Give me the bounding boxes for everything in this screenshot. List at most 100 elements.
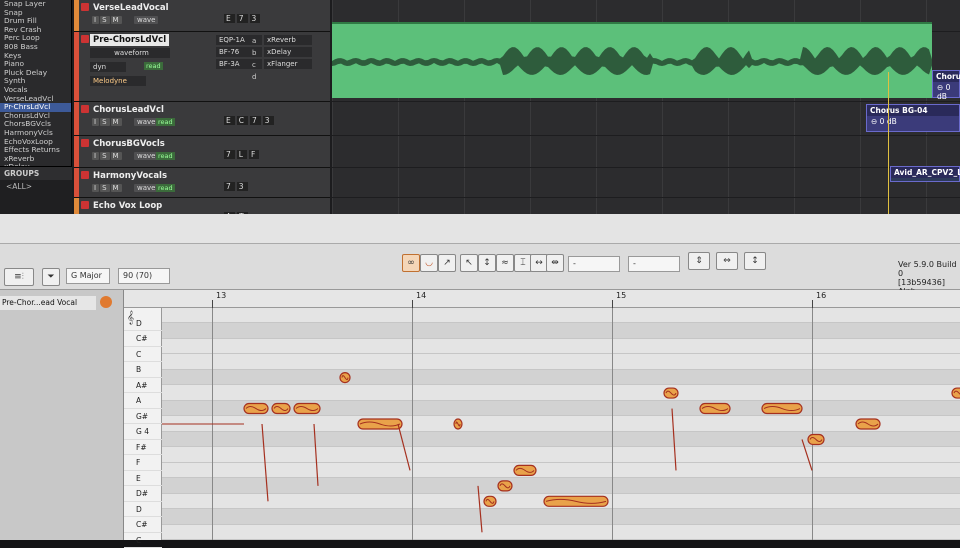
track-input-button[interactable]: I	[92, 16, 100, 24]
sidebar-item[interactable]: Keys	[0, 52, 71, 61]
track-lane[interactable]	[332, 136, 960, 168]
blob-icon[interactable]	[100, 296, 112, 308]
time-handle-icon[interactable]: ⇹	[546, 254, 564, 272]
track-lane[interactable]	[332, 198, 960, 214]
track-name[interactable]: ChorusLeadVcl	[90, 104, 167, 116]
groups-item-all[interactable]: <ALL>	[0, 180, 72, 193]
value-field-2[interactable]: -	[628, 256, 680, 272]
record-arm-button[interactable]	[81, 3, 89, 11]
track-header[interactable]: VerseLeadVocal I S Mwave E 7 3	[74, 0, 330, 32]
automation-mode[interactable]: read	[156, 152, 175, 160]
sidebar-item[interactable]: 808 Bass	[0, 43, 71, 52]
sidebar-item[interactable]: Drum Fill	[0, 17, 71, 26]
track-solo-button[interactable]: S	[100, 118, 110, 126]
automation-mode[interactable]: read	[156, 118, 175, 126]
modulation-tool-icon[interactable]: ≈	[496, 254, 514, 272]
track-name[interactable]: ChorusBGVocls	[90, 138, 168, 150]
note-editor-grid[interactable]	[162, 308, 960, 540]
send-indicator[interactable]: E	[224, 116, 235, 125]
tempo-field[interactable]: 90 (70)	[118, 268, 170, 284]
sidebar-item[interactable]: Synth	[0, 77, 71, 86]
pointer-tool-icon[interactable]: ↖	[460, 254, 478, 272]
track-lane[interactable]	[332, 168, 960, 198]
record-arm-button[interactable]	[81, 139, 89, 147]
track-header[interactable]: HarmonyVocals I S Mwave read 7 3	[74, 168, 330, 198]
blob-tool-icon[interactable]: ∞	[402, 254, 420, 272]
track-solo-button[interactable]: S	[100, 152, 110, 160]
bar-ruler[interactable]: 13 14 15 16	[124, 290, 960, 308]
sidebar-item[interactable]: VerseLeadVcl	[0, 95, 71, 104]
note-tool-icon[interactable]: ◡	[420, 254, 438, 272]
send-indicator[interactable]: 7	[224, 150, 235, 159]
track-header[interactable]: ChorusLeadVcl I S Mwave read E C 7 3	[74, 102, 330, 136]
record-arm-button[interactable]	[81, 105, 89, 113]
send-slot[interactable]: xReverb	[264, 35, 312, 45]
sidebar-item[interactable]: EchoVoxLoop	[0, 138, 71, 147]
sidebar-item[interactable]: xReverb	[0, 155, 71, 164]
record-arm-button[interactable]	[81, 171, 89, 179]
audio-clip-pre-chorus[interactable]	[332, 22, 932, 98]
send-indicator[interactable]: C	[236, 116, 248, 125]
track-solo-button[interactable]: S	[100, 184, 110, 192]
send-slot[interactable]: xFlanger	[264, 59, 312, 69]
sidebar-item[interactable]: Pr-ChrsLdVcl	[0, 103, 71, 112]
sidebar-item[interactable]: Snap Layer	[0, 0, 71, 9]
clip-chorus[interactable]: Chorus ⊖ 0 dB	[932, 70, 960, 101]
send-indicator[interactable]: E	[224, 14, 235, 23]
send-slot[interactable]: xDelay	[264, 47, 312, 57]
send-indicator[interactable]: 3	[249, 14, 261, 23]
zoom-horizontal-icon[interactable]: ⇔	[716, 252, 738, 270]
clip-chorus-bg-04[interactable]: Chorus BG-04 ⊖ 0 dB	[866, 104, 960, 132]
track-mute-button[interactable]: M	[110, 16, 122, 24]
track-input-button[interactable]: I	[92, 152, 100, 160]
send-indicator[interactable]: 3	[236, 182, 248, 191]
sidebar-item[interactable]: Effects Returns	[0, 146, 71, 155]
view-selector[interactable]: waveform	[90, 48, 170, 58]
track-mute-button[interactable]: M	[110, 184, 122, 192]
send-indicator[interactable]: 7	[236, 14, 248, 23]
value-field-1[interactable]: -	[568, 256, 620, 272]
send-indicator[interactable]: 3	[262, 116, 274, 125]
sidebar-item[interactable]: Snap	[0, 9, 71, 18]
scale-field[interactable]: G Major	[66, 268, 110, 284]
send-indicator[interactable]: L	[236, 150, 247, 159]
zoom-vertical-icon[interactable]: ⇕	[688, 252, 710, 270]
sidebar-item[interactable]: Rev Crash	[0, 26, 71, 35]
record-arm-button[interactable]	[81, 201, 89, 209]
melodyne-plugin-slot[interactable]: Melodyne	[90, 76, 146, 86]
track-input-button[interactable]: I	[92, 184, 100, 192]
track-mute-button[interactable]: M	[110, 152, 122, 160]
sidebar-item[interactable]: HarmonyVcls	[0, 129, 71, 138]
send-indicator[interactable]: F	[248, 150, 260, 159]
track-name[interactable]: HarmonyVocals	[90, 170, 170, 182]
tuning-fork-icon[interactable]: ⏷	[42, 268, 60, 286]
track-header[interactable]: Echo Vox LoopISMwaveAT	[74, 198, 330, 214]
view-selector[interactable]: wave	[134, 152, 159, 160]
track-input-button[interactable]: I	[92, 118, 100, 126]
dyn-selector[interactable]: dyn	[90, 62, 126, 72]
sidebar-item[interactable]: ChorusLdVcl	[0, 112, 71, 121]
track-mute-button[interactable]: M	[110, 118, 122, 126]
view-selector[interactable]: wave	[134, 118, 159, 126]
fit-icon[interactable]: ↕	[744, 252, 766, 270]
track-name[interactable]: Echo Vox Loop	[90, 200, 165, 212]
pitch-curve-icon[interactable]: ↗	[438, 254, 456, 272]
record-arm-button[interactable]	[81, 35, 89, 43]
clip-avid[interactable]: Avid_AR_CPV2_La	[890, 166, 960, 182]
sidebar-item[interactable]: ChorsBGVcls	[0, 120, 71, 129]
automation-mode[interactable]: read	[156, 184, 175, 192]
sidebar-item[interactable]: Pluck Delay	[0, 69, 71, 78]
send-indicator[interactable]: 7	[224, 182, 235, 191]
sidebar-item[interactable]: Vocals	[0, 86, 71, 95]
track-header[interactable]: ChorusBGVocls I S Mwave read 7 L F	[74, 136, 330, 168]
sidebar-item[interactable]: Perc Loop	[0, 34, 71, 43]
eq-icon[interactable]: ≡⫶	[4, 268, 34, 286]
track-name[interactable]: Pre-ChorsLdVcl	[90, 34, 170, 46]
view-selector[interactable]: wave	[134, 16, 159, 24]
send-indicator[interactable]: 7	[250, 116, 261, 125]
sidebar-item[interactable]: Piano	[0, 60, 71, 69]
track-solo-button[interactable]: S	[100, 16, 110, 24]
track-name[interactable]: VerseLeadVocal	[90, 2, 172, 14]
automation-mode[interactable]: read	[144, 62, 163, 70]
playhead[interactable]	[888, 72, 889, 214]
